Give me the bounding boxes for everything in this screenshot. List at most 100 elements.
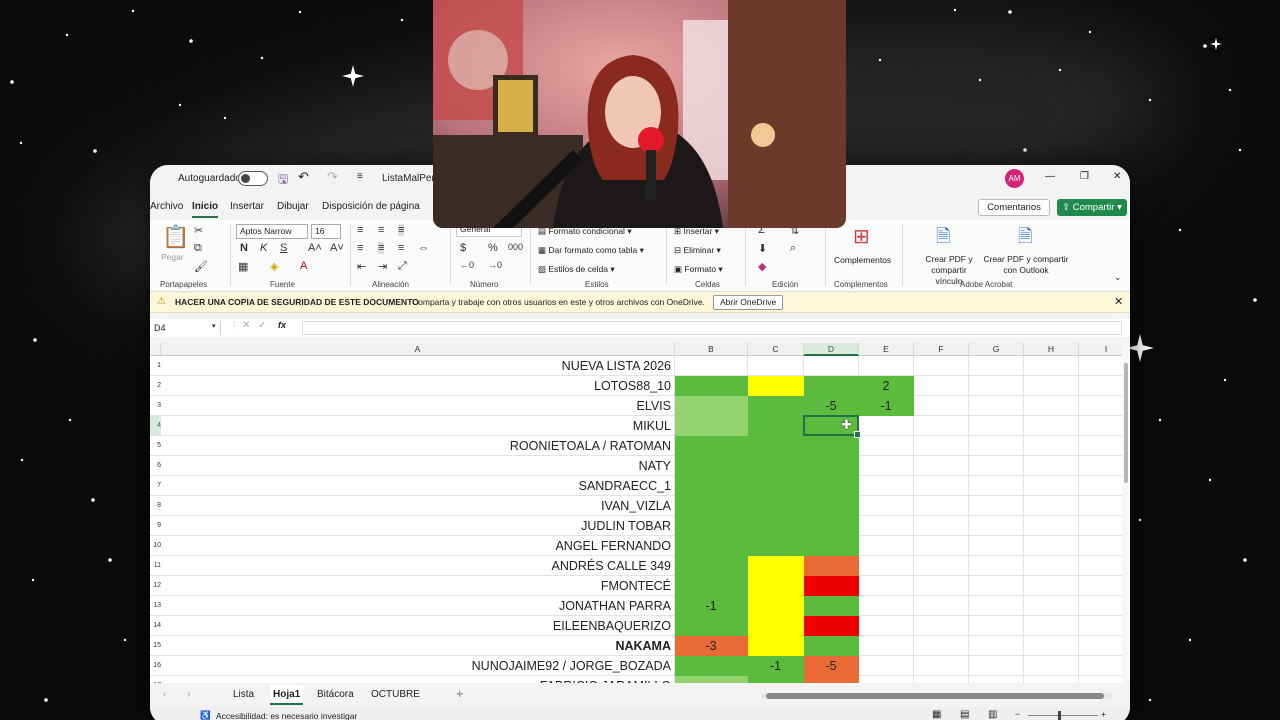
cell[interactable]: [675, 676, 748, 683]
cell[interactable]: -5: [804, 656, 859, 676]
align-bottom-icon[interactable]: ≡: [398, 224, 405, 236]
name-cell[interactable]: EILEENBAQUERIZO: [161, 616, 675, 636]
bold-icon[interactable]: N: [240, 242, 248, 254]
open-onedrive-button[interactable]: Abrir OneDrive: [713, 295, 784, 310]
cell[interactable]: [804, 636, 859, 656]
column-header-a[interactable]: A: [161, 343, 675, 356]
cell[interactable]: [914, 636, 969, 656]
minimize-button[interactable]: —: [1045, 171, 1055, 182]
cell[interactable]: [969, 456, 1024, 476]
restore-button[interactable]: ❐: [1080, 171, 1089, 182]
vertical-scrollbar[interactable]: [1122, 343, 1130, 683]
format-cells-button[interactable]: ▣ Formato ▾: [674, 264, 723, 275]
menu-insertar[interactable]: Insertar: [230, 201, 264, 212]
cell[interactable]: [748, 556, 804, 576]
fill-color-icon[interactable]: ◈: [270, 260, 278, 273]
column-header-b[interactable]: B: [675, 343, 748, 356]
cell[interactable]: -1: [748, 656, 804, 676]
cell[interactable]: [748, 576, 804, 596]
orientation-icon[interactable]: ⤢: [398, 260, 407, 273]
cell[interactable]: [675, 556, 748, 576]
align-top-icon[interactable]: ≡: [357, 224, 363, 236]
row-header[interactable]: 2: [150, 376, 161, 396]
cell[interactable]: [1024, 516, 1079, 536]
row-header[interactable]: 12: [150, 576, 161, 596]
zoom-in-icon[interactable]: +: [1101, 709, 1106, 719]
cell[interactable]: [914, 676, 969, 683]
font-size-select[interactable]: 16: [311, 224, 341, 239]
cell[interactable]: [675, 436, 748, 456]
comments-button[interactable]: Comentarios: [978, 199, 1050, 216]
name-cell[interactable]: SANDRAECC_1: [161, 476, 675, 496]
cell[interactable]: [1024, 656, 1079, 676]
name-cell[interactable]: FABRICIO JARAMILLO: [161, 676, 675, 683]
cell[interactable]: [969, 676, 1024, 683]
cell[interactable]: [1024, 636, 1079, 656]
cell[interactable]: [914, 476, 969, 496]
cell[interactable]: [859, 436, 914, 456]
cell[interactable]: [804, 436, 859, 456]
row-header[interactable]: 5: [150, 436, 161, 456]
cell[interactable]: [748, 536, 804, 556]
menu-inicio[interactable]: Inicio: [192, 201, 219, 218]
cell[interactable]: [748, 436, 804, 456]
name-cell[interactable]: NATY: [161, 456, 675, 476]
fill-icon[interactable]: ⬇: [758, 242, 767, 255]
cell[interactable]: [914, 536, 969, 556]
vertical-scroll-thumb[interactable]: [1124, 363, 1128, 483]
cell[interactable]: [748, 676, 804, 683]
cell[interactable]: [675, 396, 748, 416]
cell[interactable]: [675, 576, 748, 596]
cell[interactable]: [914, 596, 969, 616]
row-header[interactable]: 8: [150, 496, 161, 516]
cell[interactable]: [675, 476, 748, 496]
column-header-h[interactable]: H: [1024, 343, 1079, 356]
next-sheet-icon[interactable]: ›: [187, 689, 190, 700]
align-left-icon[interactable]: ≡: [357, 242, 363, 254]
cell[interactable]: [914, 416, 969, 436]
page-break-icon[interactable]: ▥: [988, 709, 997, 720]
ribbon-collapse-icon[interactable]: ⌄: [1114, 272, 1122, 283]
row-header[interactable]: 3: [150, 396, 161, 416]
column-header-g[interactable]: G: [969, 343, 1024, 356]
cell[interactable]: [969, 416, 1024, 436]
cell[interactable]: [914, 576, 969, 596]
cell[interactable]: [804, 576, 859, 596]
name-cell[interactable]: IVAN_VIZLA: [161, 496, 675, 516]
cell[interactable]: [748, 356, 804, 376]
confirm-entry-icon[interactable]: ✓: [258, 320, 266, 331]
sheet-tab-octubre[interactable]: OCTUBRE: [371, 689, 420, 700]
clear-icon[interactable]: ◆: [758, 260, 766, 273]
row-header[interactable]: 16: [150, 656, 161, 676]
find-icon[interactable]: ⌕: [790, 242, 796, 255]
cell[interactable]: -1: [859, 396, 914, 416]
cell[interactable]: [675, 616, 748, 636]
zoom-out-icon[interactable]: −: [1015, 709, 1020, 719]
cell[interactable]: [804, 536, 859, 556]
cell[interactable]: -1: [675, 596, 748, 616]
cell[interactable]: [969, 536, 1024, 556]
cell[interactable]: [675, 496, 748, 516]
row-header[interactable]: 15: [150, 636, 161, 656]
format-painter-icon[interactable]: 🖌: [194, 260, 208, 273]
row-header[interactable]: 1: [150, 356, 161, 376]
cell[interactable]: [1024, 416, 1079, 436]
thousands-icon[interactable]: 000: [508, 242, 523, 252]
page-layout-icon[interactable]: ▤: [960, 709, 969, 720]
name-cell[interactable]: LOTOS88_10: [161, 376, 675, 396]
insert-function-icon[interactable]: fx: [278, 320, 286, 330]
column-header-f[interactable]: F: [914, 343, 969, 356]
pdf-link-icon[interactable]: 🗎: [936, 224, 950, 254]
column-header-c[interactable]: C: [748, 343, 804, 356]
cell[interactable]: [804, 556, 859, 576]
name-box-dropdown-icon[interactable]: ▾: [212, 322, 216, 330]
cut-icon[interactable]: ✂: [194, 224, 203, 237]
row-header[interactable]: 11: [150, 556, 161, 576]
row-header[interactable]: 7: [150, 476, 161, 496]
row-header[interactable]: 6: [150, 456, 161, 476]
cell-styles-button[interactable]: ▧ Estilos de celda ▾: [538, 264, 615, 275]
horizontal-scroll-thumb[interactable]: [766, 693, 1104, 699]
cell[interactable]: [1024, 436, 1079, 456]
name-cell[interactable]: JONATHAN PARRA: [161, 596, 675, 616]
cell[interactable]: [1024, 676, 1079, 683]
